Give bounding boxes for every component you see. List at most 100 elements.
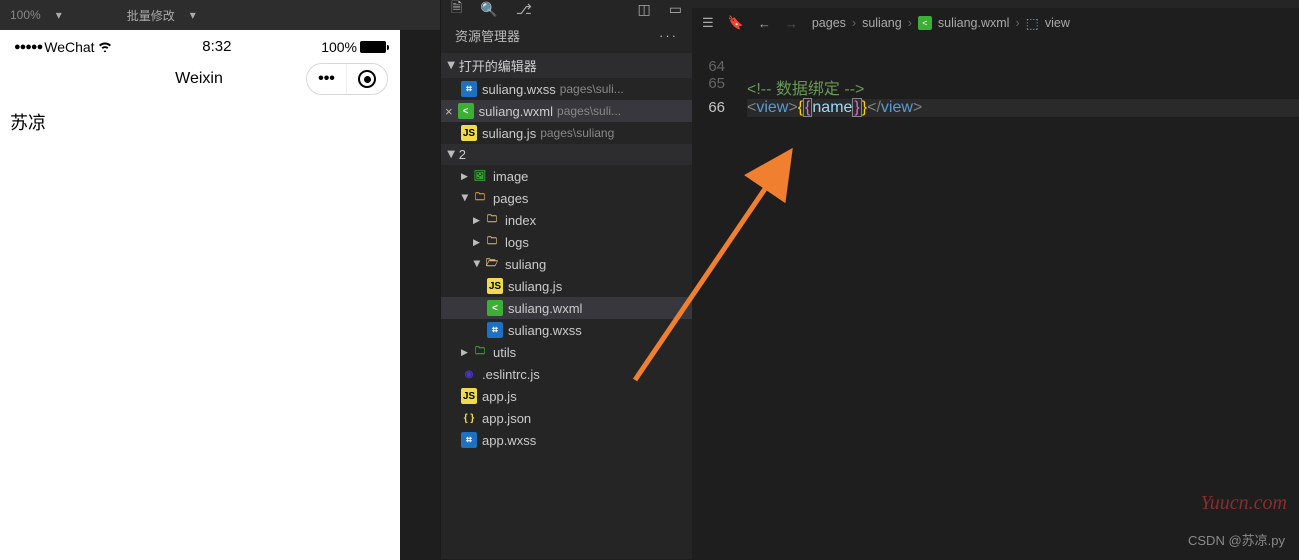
watermark-csdn: CSDN @苏凉.py: [1188, 530, 1285, 549]
files-icon[interactable]: 🗎: [451, 0, 462, 21]
more-icon[interactable]: •••: [307, 64, 347, 94]
forward-icon[interactable]: →: [785, 16, 798, 31]
file-path: pages\suliang: [540, 126, 614, 140]
wxml-icon: <: [918, 16, 932, 30]
tree-folder-image[interactable]: ▶ 🖼 image: [441, 165, 692, 187]
tree-file-app-wxss[interactable]: ⌗ app.wxss: [441, 429, 692, 451]
tree-file-app-json[interactable]: { } app.json: [441, 407, 692, 429]
breadcrumb-part[interactable]: suliang.wxml: [938, 16, 1010, 30]
file-label: app.js: [482, 389, 517, 404]
watermark-yuucn: Yuucn.com: [1201, 492, 1287, 515]
file-path: pages\suli...: [560, 82, 624, 96]
breadcrumb-part[interactable]: pages: [812, 16, 846, 30]
dropdown-icon[interactable]: ▾: [56, 8, 62, 22]
list-icon[interactable]: ☰: [702, 15, 714, 31]
comment-text: 数据绑定: [771, 81, 844, 98]
panel-icon[interactable]: ◫: [638, 1, 651, 18]
tree-file-suliang-js[interactable]: JS suliang.js: [441, 275, 692, 297]
line-number: 66: [692, 99, 747, 117]
tree-folder-pages[interactable]: ▶ 🗀 pages: [441, 187, 692, 209]
battery-icon: [360, 41, 386, 53]
branch-icon[interactable]: ⎇: [516, 1, 532, 18]
editor-tabs[interactable]: [692, 0, 1299, 8]
panel-icon[interactable]: ▭: [669, 1, 682, 18]
tree-file-suliang-wxml[interactable]: < suliang.wxml: [441, 297, 692, 319]
open-editor-item[interactable]: JS suliang.js pages\suliang: [441, 122, 692, 144]
dropdown-icon[interactable]: ▾: [190, 8, 196, 22]
code-line[interactable]: 65 <!-- 数据绑定 -->: [692, 75, 1299, 99]
tree-file-suliang-wxss[interactable]: ⌗ suliang.wxss: [441, 319, 692, 341]
folder-label: pages: [493, 191, 528, 206]
capsule-button[interactable]: •••: [306, 63, 388, 95]
explorer-title-row: 资源管理器 ···: [441, 18, 692, 53]
code-line[interactable]: 64: [692, 58, 1299, 75]
open-editors-label: 打开的编辑器: [459, 56, 537, 75]
breadcrumb-part[interactable]: suliang: [862, 16, 902, 30]
explorer-panel: 🗎 🔍 ⎇ ◫ ▭ 资源管理器 ··· ▶ 打开的编辑器 ⌗ suliang.w…: [440, 0, 692, 559]
back-icon[interactable]: ←: [758, 16, 771, 31]
clock-label: 8:32: [113, 38, 322, 55]
wxml-icon: <: [458, 103, 474, 119]
file-label: suliang.wxml: [508, 301, 582, 316]
tree-folder-logs[interactable]: ▶ 🗀 logs: [441, 231, 692, 253]
battery-pct: 100%: [321, 39, 357, 55]
close-icon[interactable]: [347, 64, 387, 94]
file-label: suliang.js: [508, 279, 562, 294]
js-icon: JS: [487, 278, 503, 294]
tree-folder-utils[interactable]: ▶ 🗀 utils: [441, 341, 692, 363]
chevron-down-icon: ▶: [445, 62, 456, 70]
file-path: pages\suli...: [557, 104, 621, 118]
chevron-right-icon: ▶: [473, 215, 481, 226]
folder-label: utils: [493, 345, 516, 360]
file-label: app.json: [482, 411, 531, 426]
code-content[interactable]: <view>{{name}}</view>: [747, 99, 1299, 117]
page-body: 苏凉: [0, 103, 400, 141]
folder-label: image: [493, 169, 528, 184]
var-name: name: [812, 99, 852, 116]
symbol-icon: ⬚: [1026, 15, 1039, 32]
js-icon: JS: [461, 125, 477, 141]
tree-file-app-js[interactable]: JS app.js: [441, 385, 692, 407]
open-editor-item[interactable]: × < suliang.wxml pages\suli...: [441, 100, 692, 122]
code-area[interactable]: 64 65 <!-- 数据绑定 --> 66 <view>{{name}}</v…: [692, 38, 1299, 117]
editor-panel: ☰ 🔖 ← → pages › suliang › < suliang.wxml…: [692, 0, 1299, 559]
file-name: suliang.js: [482, 126, 536, 141]
file-tree: ▶ 🖼 image ▶ 🗀 pages ▶ 🗀 index ▶ 🗀 logs ▶…: [441, 165, 692, 451]
explorer-title: 资源管理器: [455, 26, 520, 45]
comment-open: <!--: [747, 81, 771, 98]
toolbar-label[interactable]: 批量修改: [127, 7, 175, 24]
close-icon[interactable]: ×: [445, 104, 453, 119]
js-icon: JS: [461, 388, 477, 404]
code-line-current[interactable]: 66 <view>{{name}}</view>: [692, 99, 1299, 117]
comment-close: -->: [844, 81, 864, 98]
wifi-icon: [97, 39, 113, 55]
more-icon[interactable]: ···: [659, 28, 678, 43]
breadcrumb-part[interactable]: view: [1045, 16, 1070, 30]
tree-folder-suliang[interactable]: ▶ 🗁 suliang: [441, 253, 692, 275]
breadcrumb[interactable]: pages › suliang › < suliang.wxml › ⬚ vie…: [812, 15, 1070, 32]
bookmark-icon[interactable]: 🔖: [728, 15, 744, 31]
chevron-down-icon: ▶: [445, 151, 456, 159]
folder-icon: 🗁: [484, 256, 500, 272]
wxml-icon: <: [487, 300, 503, 316]
carrier-label: WeChat: [44, 39, 94, 55]
tree-file-eslintrc[interactable]: ◉ .eslintrc.js: [441, 363, 692, 385]
file-label: .eslintrc.js: [482, 367, 540, 382]
folder-icon: 🗀: [484, 212, 500, 228]
wxss-icon: ⌗: [461, 81, 477, 97]
folder-icon: 🗀: [472, 190, 488, 206]
code-content[interactable]: <!-- 数据绑定 -->: [747, 75, 1299, 99]
search-icon[interactable]: 🔍: [480, 1, 497, 18]
chevron-right-icon: ▶: [461, 347, 469, 358]
page-title: Weixin: [12, 70, 306, 88]
tree-folder-index[interactable]: ▶ 🗀 index: [441, 209, 692, 231]
open-editors-header[interactable]: ▶ 打开的编辑器: [441, 53, 692, 78]
open-editor-item[interactable]: ⌗ suliang.wxss pages\suli...: [441, 78, 692, 100]
workspace-root-header[interactable]: ▶ 2: [441, 144, 692, 165]
open-editors-list: ⌗ suliang.wxss pages\suli... × < suliang…: [441, 78, 692, 144]
folder-icon: 🖼: [472, 168, 488, 184]
simulator-panel: ●●●●● WeChat 8:32 100% Weixin ••• 苏凉: [0, 30, 400, 560]
line-number: 65: [692, 75, 747, 99]
code-content[interactable]: [747, 58, 1299, 75]
file-name: suliang.wxml: [479, 104, 553, 119]
